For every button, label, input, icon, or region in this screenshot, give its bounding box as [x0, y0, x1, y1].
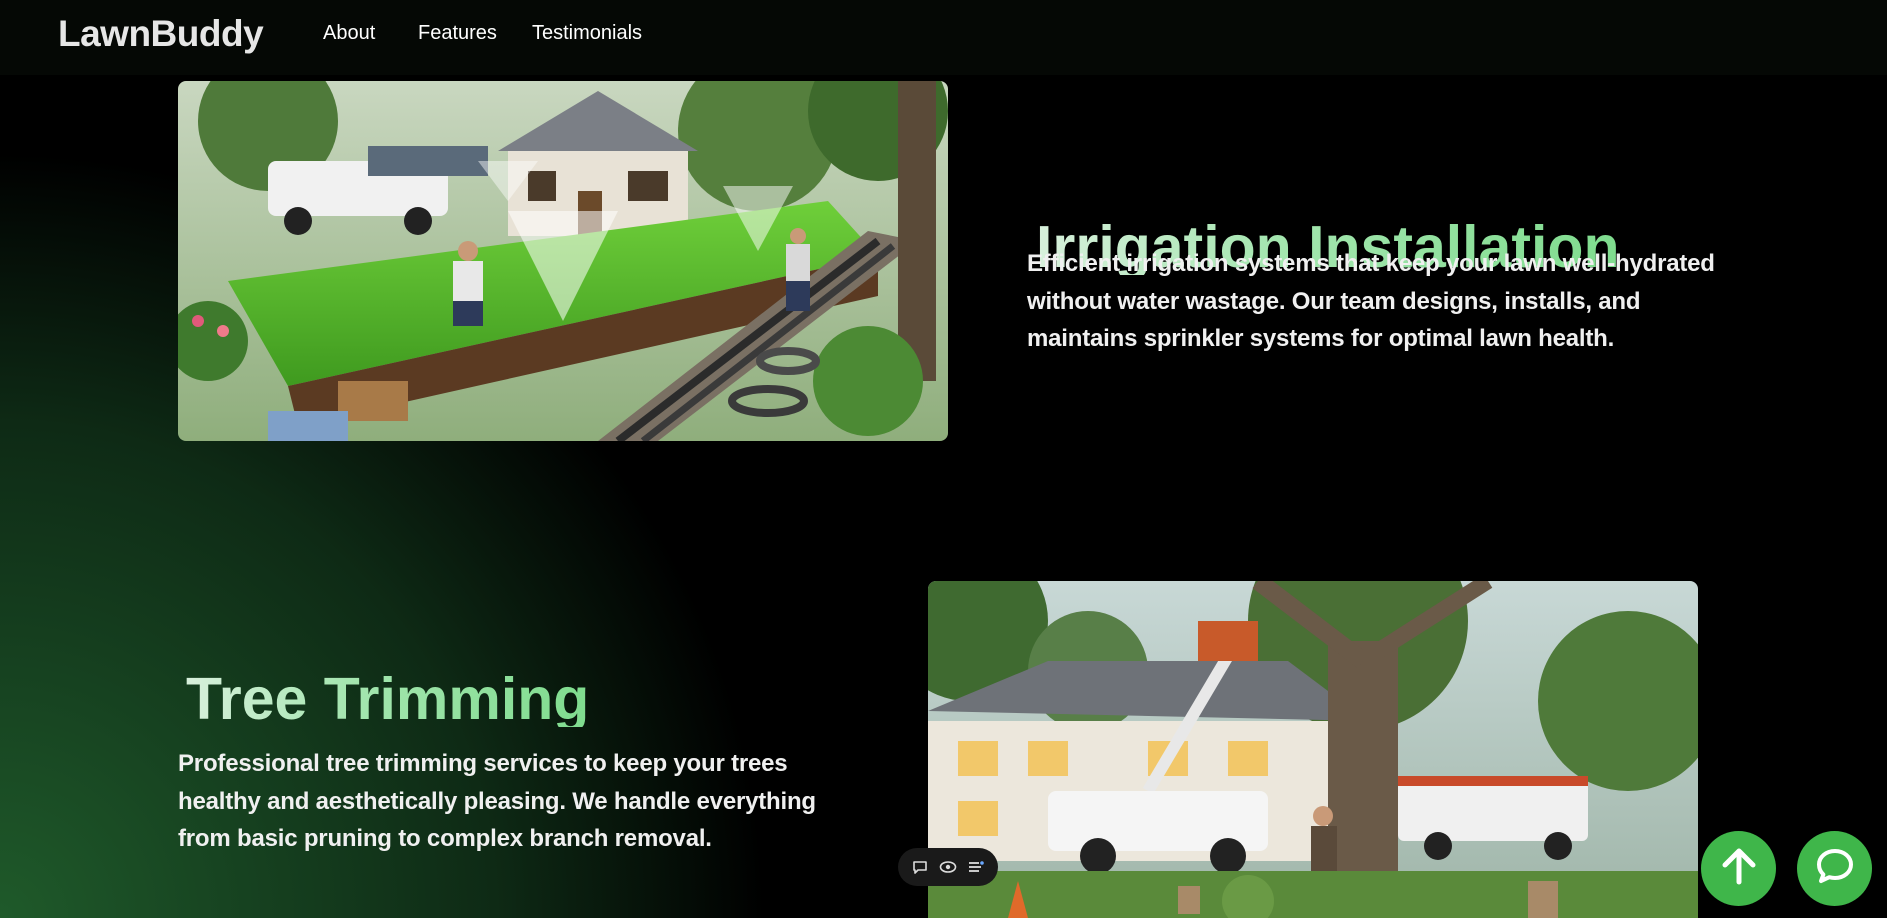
section-title-tree-trimming: Tree Trimming: [186, 666, 590, 727]
eye-icon[interactable]: [938, 857, 958, 877]
comment-icon[interactable]: [910, 857, 930, 877]
floating-toolbar: [898, 848, 998, 886]
tree-trimming-photo: [928, 581, 1698, 918]
nav-link-about[interactable]: About: [323, 22, 375, 45]
brand-logo[interactable]: LawnBuddy: [58, 13, 264, 55]
list-icon[interactable]: [966, 857, 986, 877]
navbar: LawnBuddy About Features Testimonials: [0, 0, 1887, 75]
scroll-to-top-button[interactable]: [1701, 831, 1776, 906]
nav-link-features[interactable]: Features: [418, 22, 497, 45]
irrigation-photo: [178, 81, 948, 441]
chat-bubble-icon: [1813, 844, 1857, 893]
chat-button[interactable]: [1797, 831, 1872, 906]
section-description-tree-trimming: Professional tree trimming services to k…: [178, 750, 816, 852]
arrow-up-icon: [1717, 844, 1761, 893]
section-description-irrigation: Efficient irrigation systems that keep y…: [1027, 250, 1715, 352]
nav-link-testimonials[interactable]: Testimonials: [532, 22, 642, 45]
